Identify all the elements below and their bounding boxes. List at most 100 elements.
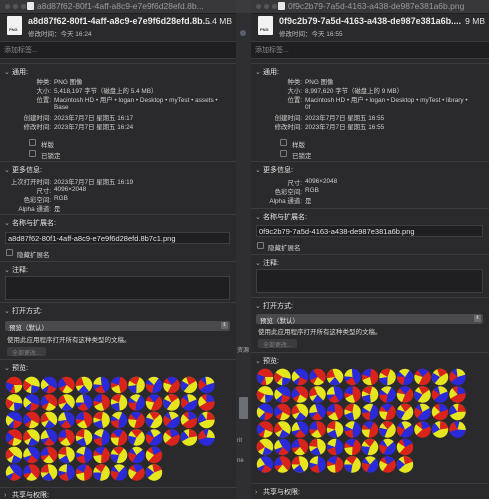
name-field[interactable]: 0f9c2b79-7a5d-4163-a438-de987e381a6b.png: [256, 225, 483, 237]
chevron-down-icon: ⌄: [255, 260, 261, 267]
close-button[interactable]: [5, 4, 10, 9]
tags-field[interactable]: 添加标签...: [0, 41, 236, 59]
sharing-header[interactable]: › 共享与权限:: [255, 487, 300, 497]
preview-ball: [40, 411, 58, 429]
open-with-select[interactable]: 预览（默认） ⇕: [5, 321, 230, 332]
name-extension-header[interactable]: ⌄ 名称与扩展名:: [4, 218, 56, 228]
preview-ball: [75, 464, 93, 481]
comments-field[interactable]: [5, 276, 230, 300]
change-all-button[interactable]: 全部更改...: [258, 339, 298, 349]
zoom-button[interactable]: [21, 4, 26, 9]
preview-ball: [344, 386, 361, 403]
open-with-header[interactable]: ⌄ 打开方式:: [4, 306, 42, 316]
title-bar[interactable]: a8d87f62-80f1-4aff-a8c9-e7e9f6d28efd.8b.…: [0, 0, 236, 14]
preview-ball: [198, 394, 215, 411]
sharing-header[interactable]: › 共享与权限:: [4, 490, 49, 499]
preview-ball: [58, 394, 75, 411]
dimensions-row: 尺寸: 4096×2048: [287, 178, 338, 187]
preview-ball: [93, 446, 110, 464]
document-icon: [278, 2, 285, 10]
more-info-section: ⌄ 更多信息: 上次打开时间: 2023年7月7日 星期五 16:19 尺寸: 409…: [0, 161, 236, 214]
window-title: 0f9c2b79-7a5d-4163-a438-de987e381a6b.png: [288, 1, 465, 11]
minimize-button[interactable]: [264, 4, 269, 9]
preview-header[interactable]: ⌄ 预览:: [255, 356, 279, 366]
preview-ball: [396, 386, 414, 403]
chevron-down-icon: ⌄: [255, 214, 261, 221]
hide-extension-checkbox[interactable]: [257, 242, 264, 249]
preview-ball: [449, 403, 466, 421]
locked-label: 已锁定: [292, 153, 312, 160]
more-info-header[interactable]: ⌄ 更多信息:: [4, 165, 42, 175]
preview-ball: [309, 403, 326, 421]
open-with-header[interactable]: ⌄ 打开方式:: [255, 301, 293, 311]
more-info-header[interactable]: ⌄ 更多信息:: [255, 165, 293, 175]
open-with-select[interactable]: 预览（默认） ⇕: [256, 314, 483, 325]
preview-ball: [75, 411, 93, 429]
hide-extension-label: 隐藏扩展名: [268, 245, 301, 252]
preview-ball: [274, 421, 291, 438]
preview-ball: [93, 376, 110, 394]
title-bar[interactable]: 0f9c2b79-7a5d-4163-a438-de987e381a6b.png: [251, 0, 489, 14]
locked-checkbox[interactable]: [29, 150, 36, 157]
change-all-button[interactable]: 全部更改...: [7, 347, 47, 357]
preview-ball: [309, 386, 326, 403]
comments-field[interactable]: [256, 269, 483, 293]
preview-ball: [145, 394, 163, 411]
preview-ball: [326, 456, 344, 473]
preview-header[interactable]: ⌄ 预览:: [4, 363, 28, 373]
modified-row: 修改时间: 2023年7月7日 星期五 16:24: [23, 124, 134, 131]
window-controls: [5, 4, 26, 9]
preview-ball: [431, 386, 449, 403]
preview-ball: [361, 438, 379, 456]
stationery-checkbox[interactable]: [29, 139, 36, 146]
preview-ball: [291, 456, 309, 473]
comments-header[interactable]: ⌄ 注释:: [255, 258, 279, 268]
chevron-down-icon: ⌄: [4, 267, 10, 274]
preview-ball: [180, 376, 198, 394]
created-row: 创建时间: 2023年7月7日 星期五 16:55: [274, 115, 385, 122]
general-header[interactable]: ⌄ 通用:: [255, 67, 279, 77]
preview-ball: [163, 394, 180, 411]
name-extension-header[interactable]: ⌄ 名称与扩展名:: [255, 212, 307, 222]
minimize-button[interactable]: [13, 4, 18, 9]
sharing-section: › 共享与权限:: [251, 483, 489, 499]
created-row: 创建时间: 2023年7月7日 星期五 16:17: [23, 115, 134, 122]
preview-ball: [58, 376, 75, 394]
general-header[interactable]: ⌄ 通用:: [4, 67, 28, 77]
preview-ball: [23, 411, 40, 429]
preview-ball: [23, 429, 40, 446]
name-field[interactable]: a8d87f62-80f1-4aff-a8c9-e7e9f6d28efd.8b7…: [5, 232, 230, 244]
preview-ball: [128, 429, 145, 446]
chevron-down-icon: ⌄: [4, 308, 10, 315]
preview-ball: [145, 411, 163, 429]
more-info-section: ⌄ 更多信息: 尺寸: 4096×2048 色彩空间: RGB Alpha 通道: 是: [251, 161, 489, 208]
window-controls: [256, 4, 277, 9]
stationery-checkbox[interactable]: [280, 139, 287, 146]
preview-ball: [344, 456, 361, 473]
preview-ball: [256, 403, 274, 421]
preview-ball: [414, 421, 431, 438]
zoom-button[interactable]: [272, 4, 277, 9]
general-section: ⌄ 通用: 种类: PNG 图像 大小: 8,997,620 字节（磁盘上的 9 MB…: [251, 63, 489, 160]
close-button[interactable]: [256, 4, 261, 9]
preview-ball: [58, 411, 75, 429]
kind-row: 种类: PNG 图像: [36, 79, 83, 86]
tags-field[interactable]: 添加标签...: [251, 41, 489, 59]
alpha-row: Alpha 通道: 是: [18, 206, 61, 213]
hide-extension-checkbox[interactable]: [6, 249, 13, 256]
comments-header[interactable]: ⌄ 注释:: [4, 265, 28, 275]
modified-row: 修改时间: 2023年7月7日 星期五 16:55: [274, 124, 385, 131]
preview-ball: [93, 394, 110, 411]
preview-ball: [93, 464, 110, 481]
preview-ball: [5, 411, 23, 429]
locked-checkbox[interactable]: [280, 150, 287, 157]
preview-ball: [75, 394, 93, 411]
preview-ball: [344, 438, 361, 456]
preview-ball: [180, 394, 198, 411]
chevron-updown-icon: ⇕: [221, 322, 228, 329]
preview-ball: [75, 446, 93, 464]
background-text: 资源: [237, 348, 250, 354]
preview-ball: [449, 421, 466, 438]
preview-ball: [198, 411, 215, 429]
preview-ball: [5, 394, 23, 411]
